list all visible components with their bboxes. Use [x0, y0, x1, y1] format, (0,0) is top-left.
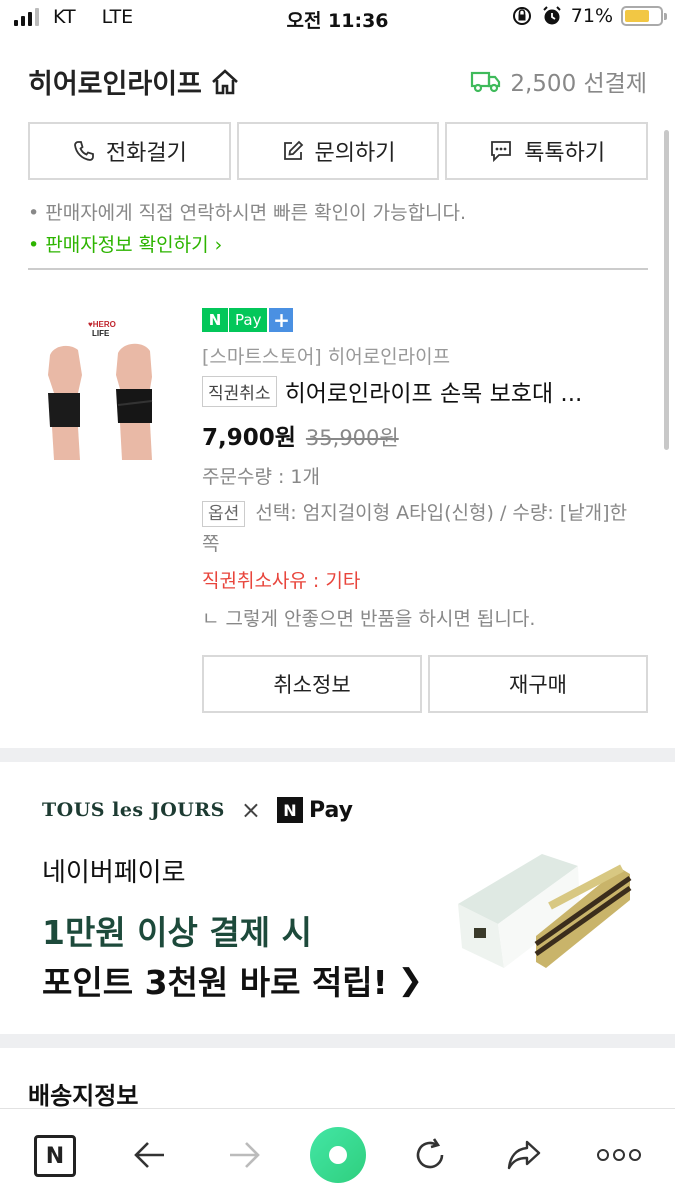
npay-logo-n: N — [276, 797, 303, 823]
rotation-lock-icon — [512, 7, 531, 25]
plus-icon: + — [269, 308, 294, 332]
chat-icon — [491, 141, 512, 163]
contact-notice: • 판매자에게 직접 연락하시면 빠른 확인이 가능합니다. — [28, 202, 467, 224]
price-row: 7,900원 35,900원 — [202, 418, 399, 452]
contact-buttons: 전화걸기 문의하기 톡톡하기 — [28, 122, 649, 180]
banner-headline-1: 1만원 이상 결제 시 — [42, 913, 312, 952]
product-name: 히어로인라이프 손목 보호대 ... — [284, 381, 583, 407]
svg-text:♥HERO: ♥HERO — [88, 320, 116, 329]
section-separator — [0, 748, 675, 762]
share-icon — [507, 1140, 541, 1170]
more-button[interactable] — [594, 1131, 644, 1179]
seller-info-link-label: • 판매자정보 확인하기 — [28, 234, 209, 256]
cancel-note: ㄴ 그렇게 안좋으면 반품을 하시면 됩니다. — [202, 608, 536, 630]
talktalk-button[interactable]: 톡톡하기 — [445, 122, 649, 180]
inquiry-button[interactable]: 문의하기 — [236, 122, 440, 180]
cake-box-illustration — [458, 854, 632, 968]
shipping-info-title: 배송지정보 — [28, 1082, 139, 1110]
option-info: 옵션 선택: 엄지걸이형 A타입(신형) / 수량: [낱개]한쪽 — [202, 498, 642, 559]
cancel-reason: 직권취소사유 : 기타 — [202, 570, 361, 592]
arrow-right-icon — [230, 1142, 260, 1168]
bottom-toolbar: N — [0, 1108, 675, 1200]
seller-info-link[interactable]: • 판매자정보 확인하기 › — [28, 230, 222, 257]
green-dot-icon — [329, 1146, 347, 1164]
green-dot-button[interactable] — [310, 1127, 366, 1183]
share-button[interactable] — [500, 1131, 548, 1179]
store-name: [스마트스토어] 히어로인라이프 — [202, 346, 451, 368]
status-bar: KT LTE 오전 11:36 71% — [0, 0, 675, 40]
option-text: 선택: 엄지걸이형 A타입(신형) / 수량: [낱개]한쪽 — [202, 502, 628, 555]
phone-icon — [73, 141, 94, 161]
option-tag: 옵션 — [202, 501, 246, 527]
product-title-row[interactable]: 직권취소 히어로인라이프 손목 보호대 ... — [202, 374, 642, 408]
alarm-icon — [543, 6, 561, 25]
npay-logo-text: Pay — [308, 797, 353, 823]
call-button-label: 전화걸기 — [105, 141, 187, 166]
original-price: 35,900원 — [305, 426, 399, 450]
wrist-brace-illustration: ♥HERO LIFE — [48, 320, 153, 460]
npay-plus-badge: N Pay + — [202, 308, 294, 332]
order-quantity: 주문수량 : 1개 — [202, 466, 320, 488]
seller-name[interactable]: 히어로인라이프 — [28, 62, 240, 101]
svg-text:LIFE: LIFE — [92, 329, 110, 338]
order-action-buttons: 취소정보 재구매 — [202, 655, 648, 713]
refresh-icon — [416, 1138, 444, 1169]
back-button[interactable] — [126, 1131, 174, 1179]
rebuy-button[interactable]: 재구매 — [428, 655, 648, 713]
chevron-right-icon: › — [214, 234, 223, 256]
sale-price: 7,900원 — [202, 425, 296, 451]
more-icon — [597, 1149, 641, 1161]
naver-home-button[interactable]: N — [34, 1135, 76, 1177]
battery-percent: 71% — [570, 5, 613, 27]
call-button[interactable]: 전화걸기 — [28, 122, 231, 180]
banner-subtitle: 네이버페이로 — [42, 858, 186, 888]
forward-button[interactable] — [220, 1131, 268, 1179]
chevron-right-icon: ❯ — [397, 962, 423, 998]
cancel-info-button[interactable]: 취소정보 — [202, 655, 422, 713]
home-icon — [212, 68, 238, 94]
reload-button[interactable] — [406, 1131, 454, 1179]
shipping-fee: 2,500 선결제 — [470, 64, 647, 98]
edit-icon — [283, 140, 303, 160]
talktalk-button-label: 톡톡하기 — [524, 141, 606, 166]
battery-fill — [625, 10, 650, 22]
banner-brands: TOUS les JOURS × N Pay — [42, 796, 353, 824]
inquiry-button-label: 문의하기 — [314, 141, 396, 166]
banner-headline-2: 포인트 3천원 바로 적립! ❯ — [42, 956, 423, 1004]
npay-logo: N Pay — [276, 797, 353, 823]
product-image[interactable]: ♥HERO LIFE — [40, 305, 170, 465]
cake-product-image — [450, 840, 640, 980]
tous-les-jours-logo: TOUS les JOURS — [42, 799, 225, 821]
npay-pay-label: Pay — [228, 308, 268, 332]
section-divider — [28, 268, 648, 270]
seller-name-text: 히어로인라이프 — [28, 69, 202, 100]
scrollbar[interactable] — [664, 130, 669, 450]
arrow-left-icon — [134, 1142, 164, 1168]
truck-icon — [471, 71, 501, 93]
banner-headline-2-text: 포인트 3천원 바로 적립! — [42, 963, 388, 1002]
status-right: 71% — [511, 5, 667, 27]
npay-n-icon: N — [202, 308, 228, 332]
shipping-fee-text: 2,500 선결제 — [510, 71, 647, 97]
status-badge: 직권취소 — [202, 375, 277, 407]
times-icon: × — [240, 796, 261, 824]
section-separator — [0, 1034, 675, 1048]
battery-icon — [621, 6, 667, 26]
